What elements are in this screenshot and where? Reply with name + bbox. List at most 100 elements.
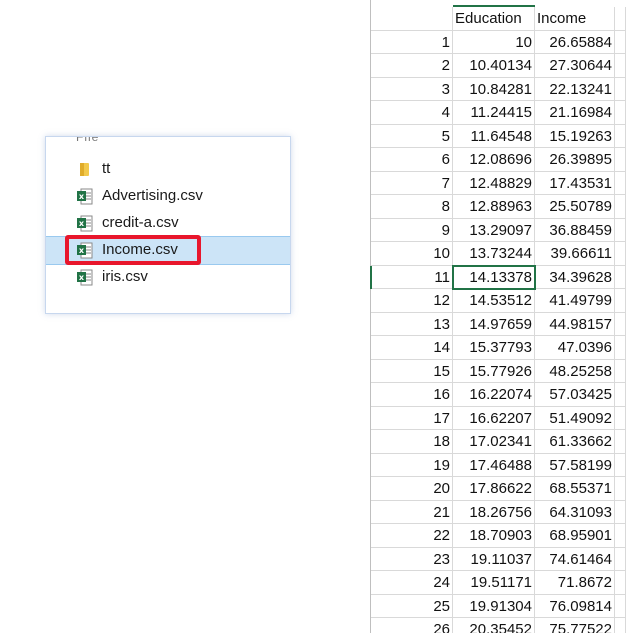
row-index-cell[interactable]: 18 [371, 430, 453, 454]
row-index-cell[interactable]: 14 [371, 336, 453, 360]
income-cell[interactable]: 44.98157 [535, 312, 615, 336]
education-cell[interactable]: 12.48829 [453, 171, 535, 195]
empty-cell[interactable] [615, 7, 626, 31]
empty-cell[interactable] [615, 383, 626, 407]
row-index-cell[interactable]: 17 [371, 406, 453, 430]
income-cell[interactable]: 27.30644 [535, 54, 615, 78]
education-cell[interactable]: 17.02341 [453, 430, 535, 454]
row-index-cell[interactable]: 2 [371, 54, 453, 78]
education-cell[interactable]: 19.11037 [453, 547, 535, 571]
row-index-cell[interactable]: 22 [371, 524, 453, 548]
income-cell[interactable]: 76.09814 [535, 594, 615, 618]
empty-cell[interactable] [615, 124, 626, 148]
row-index-cell[interactable]: 1 [371, 30, 453, 54]
row-index-cell[interactable]: 4 [371, 101, 453, 125]
empty-cell[interactable] [615, 171, 626, 195]
income-cell[interactable]: 47.0396 [535, 336, 615, 360]
education-cell[interactable]: 14.53512 [453, 289, 535, 313]
income-cell[interactable]: 68.55371 [535, 477, 615, 501]
empty-cell[interactable] [615, 571, 626, 595]
education-cell[interactable]: 13.73244 [453, 242, 535, 266]
empty-cell[interactable] [615, 336, 626, 360]
empty-cell[interactable] [615, 30, 626, 54]
education-cell[interactable]: 18.70903 [453, 524, 535, 548]
education-cell[interactable]: 15.77926 [453, 359, 535, 383]
income-cell[interactable]: 57.58199 [535, 453, 615, 477]
empty-cell[interactable] [615, 500, 626, 524]
empty-cell[interactable] [615, 547, 626, 571]
empty-cell[interactable] [615, 430, 626, 454]
education-cell[interactable]: 19.91304 [453, 594, 535, 618]
empty-cell[interactable] [615, 312, 626, 336]
income-cell[interactable]: 41.49799 [535, 289, 615, 313]
row-index-cell[interactable]: 16 [371, 383, 453, 407]
education-cell[interactable]: 16.62207 [453, 406, 535, 430]
income-cell[interactable]: 71.8672 [535, 571, 615, 595]
education-cell[interactable]: 10 [453, 30, 535, 54]
empty-cell[interactable] [615, 265, 626, 289]
income-cell[interactable]: 17.43531 [535, 171, 615, 195]
row-index-cell[interactable]: 3 [371, 77, 453, 101]
empty-cell[interactable] [615, 618, 626, 633]
education-cell[interactable]: 15.37793 [453, 336, 535, 360]
row-index-cell[interactable]: 25 [371, 594, 453, 618]
income-cell[interactable]: 25.50789 [535, 195, 615, 219]
education-cell[interactable]: 14.97659 [453, 312, 535, 336]
income-cell[interactable]: 15.19263 [535, 124, 615, 148]
row-index-cell[interactable]: 11 [371, 265, 453, 289]
empty-cell[interactable] [615, 453, 626, 477]
education-cell[interactable]: 18.26756 [453, 500, 535, 524]
row-index-cell[interactable]: 5 [371, 124, 453, 148]
education-cell[interactable]: 10.40134 [453, 54, 535, 78]
income-cell[interactable]: 22.13241 [535, 77, 615, 101]
empty-cell[interactable] [615, 406, 626, 430]
income-cell[interactable]: 48.25258 [535, 359, 615, 383]
income-cell[interactable]: 57.03425 [535, 383, 615, 407]
empty-cell[interactable] [615, 289, 626, 313]
income-cell[interactable]: 26.65884 [535, 30, 615, 54]
row-index-cell[interactable]: 9 [371, 218, 453, 242]
education-cell[interactable]: 10.84281 [453, 77, 535, 101]
education-cell[interactable]: 17.46488 [453, 453, 535, 477]
education-cell[interactable]: 17.86622 [453, 477, 535, 501]
empty-cell[interactable] [615, 54, 626, 78]
file-row-advertising-csv[interactable]: x Advertising.csv [46, 183, 290, 210]
empty-cell[interactable] [615, 195, 626, 219]
row-index-cell[interactable]: 6 [371, 148, 453, 172]
income-cell[interactable]: 39.66611 [535, 242, 615, 266]
row-index-cell[interactable]: 20 [371, 477, 453, 501]
empty-cell[interactable] [615, 218, 626, 242]
income-cell[interactable]: 64.31093 [535, 500, 615, 524]
file-row-tt[interactable]: tt [46, 156, 290, 183]
education-cell[interactable]: 16.22074 [453, 383, 535, 407]
row-index-cell[interactable]: 12 [371, 289, 453, 313]
education-cell[interactable]: 11.64548 [453, 124, 535, 148]
education-cell[interactable]: 11.24415 [453, 101, 535, 125]
empty-cell[interactable] [615, 359, 626, 383]
income-cell[interactable]: 36.88459 [535, 218, 615, 242]
income-cell[interactable]: 74.61464 [535, 547, 615, 571]
education-cell[interactable]: 20.35452 [453, 618, 535, 633]
row-index-cell[interactable]: 19 [371, 453, 453, 477]
education-cell[interactable]: 13.29097 [453, 218, 535, 242]
income-cell[interactable]: 34.39628 [535, 265, 615, 289]
income-cell[interactable]: 75.77522 [535, 618, 615, 633]
row-index-cell[interactable]: 24 [371, 571, 453, 595]
income-cell[interactable]: 21.16984 [535, 101, 615, 125]
row-index-cell[interactable]: 8 [371, 195, 453, 219]
header-cell-education[interactable]: Education [453, 7, 535, 31]
empty-cell[interactable] [615, 524, 626, 548]
row-index-cell[interactable]: 21 [371, 500, 453, 524]
file-row-iris-csv[interactable]: x iris.csv [46, 264, 290, 291]
income-cell[interactable]: 51.49092 [535, 406, 615, 430]
header-cell-index[interactable] [371, 7, 453, 31]
header-cell-income[interactable]: Income [535, 7, 615, 31]
education-cell[interactable]: 12.88963 [453, 195, 535, 219]
row-index-cell[interactable]: 23 [371, 547, 453, 571]
row-index-cell[interactable]: 10 [371, 242, 453, 266]
empty-cell[interactable] [615, 148, 626, 172]
row-index-cell[interactable]: 7 [371, 171, 453, 195]
empty-cell[interactable] [615, 477, 626, 501]
income-cell[interactable]: 68.95901 [535, 524, 615, 548]
empty-cell[interactable] [615, 77, 626, 101]
